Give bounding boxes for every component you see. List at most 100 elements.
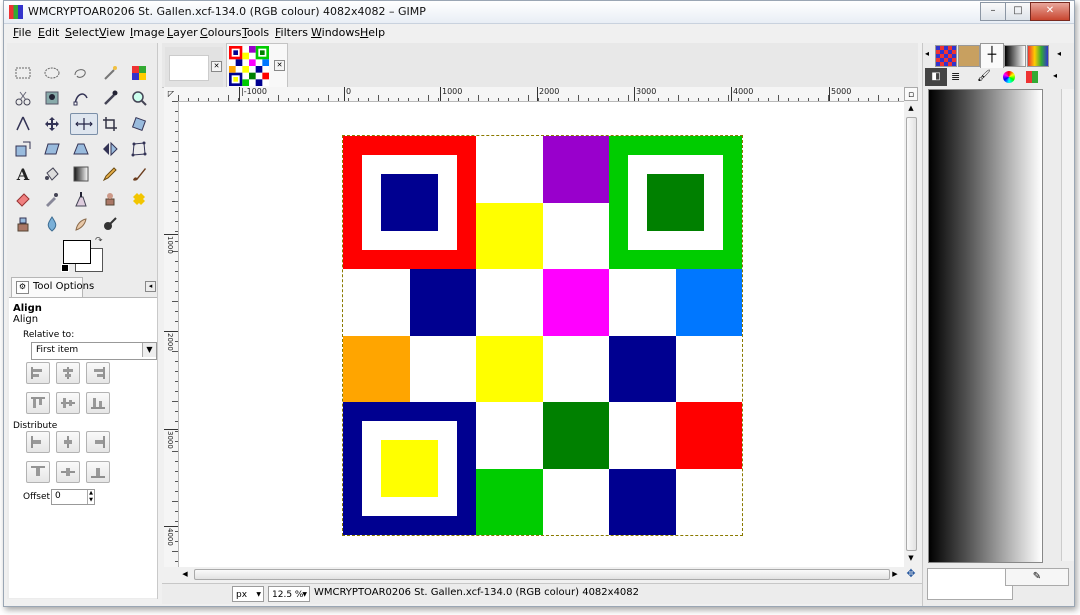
eraser-tool[interactable] bbox=[12, 188, 34, 210]
gradients-tab[interactable] bbox=[1004, 45, 1026, 67]
horizontal-ruler[interactable]: |-1000 0 1000 2000 3000 4000 5000 bbox=[178, 87, 904, 102]
fuzzy-select-tool[interactable] bbox=[99, 62, 121, 84]
close-tab-icon[interactable]: ✕ bbox=[274, 60, 285, 71]
menu-edit[interactable]: Edit bbox=[38, 26, 59, 39]
horizontal-scroll-thumb[interactable] bbox=[194, 569, 890, 580]
distribute-top-button[interactable] bbox=[26, 461, 50, 483]
align-tool[interactable] bbox=[70, 113, 98, 135]
navigate-icon[interactable]: ✥ bbox=[904, 567, 918, 581]
minimize-button[interactable]: – bbox=[980, 2, 1006, 21]
dock-menu-icon[interactable]: ◂ bbox=[1057, 49, 1061, 58]
bucket-fill-tool[interactable] bbox=[41, 163, 63, 185]
align-right-edge-button[interactable] bbox=[86, 362, 110, 384]
close-button[interactable]: ✕ bbox=[1030, 2, 1070, 21]
image-tab-qr[interactable]: ✕ bbox=[226, 43, 288, 89]
pencil-tool[interactable] bbox=[99, 163, 121, 185]
unit-select[interactable]: px ▼ bbox=[232, 586, 264, 602]
text-tool[interactable]: A bbox=[12, 163, 34, 185]
channels-tab[interactable]: ≣ bbox=[951, 70, 960, 83]
color-wheel-icon[interactable] bbox=[1003, 71, 1015, 83]
select-by-color-tool[interactable] bbox=[128, 62, 150, 84]
dock-menu-icon[interactable]: ◂ bbox=[925, 49, 929, 58]
maximize-button[interactable]: □ bbox=[1005, 2, 1031, 21]
relative-to-select[interactable]: First item ▼ bbox=[31, 342, 157, 360]
vertical-ruler[interactable]: 1000 2000 3000 4000 bbox=[164, 101, 179, 567]
edit-gradient-button[interactable]: ✎ bbox=[1005, 568, 1069, 586]
offset-input[interactable]: 0 ▲ ▼ bbox=[51, 489, 95, 505]
shear-tool[interactable] bbox=[41, 138, 63, 160]
foreground-select-tool[interactable] bbox=[41, 87, 63, 109]
rotate-tool[interactable] bbox=[128, 113, 150, 135]
gradient-preview[interactable] bbox=[928, 89, 1043, 563]
tool-options-tab[interactable]: ⚙ Tool Options bbox=[11, 277, 94, 298]
move-tool[interactable] bbox=[41, 113, 63, 135]
distribute-right-button[interactable] bbox=[86, 431, 110, 453]
menu-help[interactable]: Help bbox=[360, 26, 385, 39]
menu-file[interactable]: File bbox=[13, 26, 31, 39]
scroll-left-icon[interactable]: ◀ bbox=[180, 569, 190, 579]
menu-image[interactable]: Image bbox=[130, 26, 164, 39]
distribute-left-button[interactable] bbox=[26, 431, 50, 453]
paintbrush-tool[interactable] bbox=[128, 163, 150, 185]
dock-menu-icon[interactable]: ◂ bbox=[1053, 71, 1057, 80]
scale-tool[interactable] bbox=[12, 138, 34, 160]
horizontal-scrollbar[interactable]: ◀ ▶ bbox=[178, 567, 904, 581]
patterns-tab[interactable] bbox=[935, 45, 957, 67]
zoom-tool[interactable] bbox=[128, 87, 150, 109]
paths-tab[interactable]: ┼ bbox=[980, 43, 1004, 68]
menu-select[interactable]: Select bbox=[65, 26, 99, 39]
swap-colors-icon[interactable]: ↷ bbox=[95, 236, 103, 246]
heal-tool[interactable] bbox=[128, 188, 150, 210]
menu-colours[interactable]: Colours bbox=[200, 26, 241, 39]
perspective-clone-tool[interactable] bbox=[12, 213, 34, 235]
blur-tool[interactable] bbox=[41, 213, 63, 235]
vertical-scrollbar[interactable]: ▲ ▼ bbox=[904, 101, 918, 567]
quick-mask-toggle[interactable]: ▫ bbox=[904, 87, 918, 101]
ink-tool[interactable] bbox=[70, 188, 92, 210]
brushes-tab[interactable] bbox=[958, 45, 980, 67]
align-center-button[interactable] bbox=[56, 362, 80, 384]
paths-tool[interactable] bbox=[70, 87, 92, 109]
distribute-center-button[interactable] bbox=[56, 431, 80, 453]
airbrush-tool[interactable] bbox=[41, 188, 63, 210]
scroll-right-icon[interactable]: ▶ bbox=[890, 569, 900, 579]
image-tab-blank[interactable]: ✕ bbox=[165, 47, 223, 87]
perspective-tool[interactable] bbox=[70, 138, 92, 160]
ruler-origin[interactable]: ◸ bbox=[164, 87, 179, 102]
layers-tab[interactable]: ◧ bbox=[925, 68, 947, 86]
align-top-edge-button[interactable] bbox=[26, 392, 50, 414]
menu-filters[interactable]: Filters bbox=[275, 26, 308, 39]
scroll-up-icon[interactable]: ▲ bbox=[906, 103, 916, 113]
cage-transform-tool[interactable] bbox=[128, 138, 150, 160]
menu-view[interactable]: View bbox=[99, 26, 125, 39]
clone-tool[interactable] bbox=[99, 188, 121, 210]
smudge-tool[interactable] bbox=[70, 213, 92, 235]
palettes-tab[interactable] bbox=[1027, 45, 1049, 67]
default-colors-icon[interactable] bbox=[61, 264, 69, 272]
align-left-edge-button[interactable] bbox=[26, 362, 50, 384]
zoom-select[interactable]: 12.5 % ▼ bbox=[268, 586, 310, 602]
crop-tool[interactable] bbox=[99, 113, 121, 135]
image-canvas[interactable] bbox=[179, 102, 904, 567]
close-tab-icon[interactable]: ✕ bbox=[211, 61, 222, 72]
palette-icon[interactable] bbox=[1026, 71, 1038, 83]
distribute-bottom-button[interactable] bbox=[86, 461, 110, 483]
align-bottom-edge-button[interactable] bbox=[86, 392, 110, 414]
rect-select-tool[interactable] bbox=[12, 62, 34, 84]
brush-icon[interactable]: 🖌 bbox=[977, 69, 991, 82]
scissors-tool[interactable] bbox=[12, 87, 34, 109]
measure-tool[interactable] bbox=[12, 113, 34, 135]
foreground-color-swatch[interactable] bbox=[63, 240, 91, 264]
dodge-burn-tool[interactable] bbox=[99, 213, 121, 235]
flip-tool[interactable] bbox=[99, 138, 121, 160]
spin-arrows-icon[interactable]: ▲ ▼ bbox=[87, 490, 94, 504]
menu-tools[interactable]: Tools bbox=[242, 26, 269, 39]
fg-bg-colors[interactable]: ↷ bbox=[61, 236, 103, 272]
scroll-down-icon[interactable]: ▼ bbox=[906, 553, 916, 563]
menu-windows[interactable]: Windows bbox=[311, 26, 360, 39]
free-select-tool[interactable] bbox=[70, 62, 92, 84]
vertical-scroll-thumb[interactable] bbox=[906, 117, 917, 551]
align-middle-button[interactable] bbox=[56, 392, 80, 414]
distribute-middle-button[interactable] bbox=[56, 461, 80, 483]
dock-menu-icon[interactable]: ◂ bbox=[145, 281, 156, 292]
